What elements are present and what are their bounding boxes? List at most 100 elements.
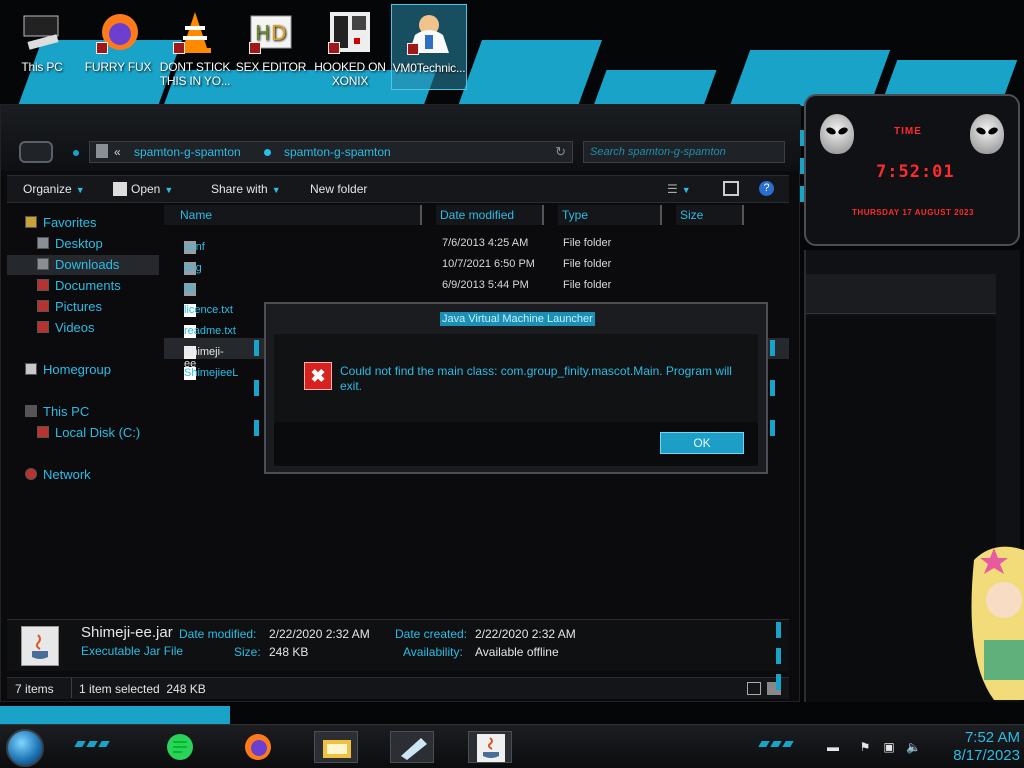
taskbar-ornament: [86, 741, 98, 747]
shimeji-character[interactable]: [964, 540, 1024, 700]
firefox-icon: [94, 8, 142, 56]
gadget-time: 7:52:01: [876, 162, 955, 182]
nav-local-disk[interactable]: Local Disk (C:): [37, 423, 140, 443]
frame-ornament: [770, 340, 775, 356]
nav-downloads[interactable]: Downloads: [7, 255, 159, 275]
desktop-icon-hooked-on-xonix[interactable]: HOOKED ON XONIX: [312, 4, 388, 90]
details-availability: Available offline: [475, 645, 559, 659]
column-size[interactable]: Size: [676, 205, 744, 225]
tray-clock[interactable]: 7:52 AM 8/17/2023: [928, 729, 1020, 765]
frame-ornament: [770, 380, 775, 396]
action-center-flag-icon[interactable]: ⚑: [858, 741, 872, 753]
nav-videos[interactable]: Videos: [37, 318, 95, 338]
doctor-avatar-icon: [405, 9, 453, 57]
frame-ornament: [776, 622, 781, 638]
svg-text:D: D: [271, 21, 286, 45]
column-type[interactable]: Type: [558, 205, 662, 225]
help-icon[interactable]: ?: [759, 181, 774, 196]
details-view-icon[interactable]: [747, 682, 761, 695]
desktop-icon-furry-fux[interactable]: FURRY FUX: [80, 4, 156, 90]
command-bar: Organize ▼ Open ▼ Share with ▼ New folder ☰…: [7, 175, 789, 203]
desktop-icon-dont-stick[interactable]: DONT STICK THIS IN YO...: [157, 4, 233, 90]
dialog-title: Java Virtual Machine Launcher: [440, 312, 595, 326]
details-size: 248 KB: [269, 645, 309, 659]
ok-button[interactable]: OK: [660, 432, 744, 454]
status-item-count: 7 items: [15, 682, 54, 696]
background-window-toolbar: [806, 274, 996, 314]
table-row[interactable]: conf 7/6/2013 4:25 AM File folder: [164, 233, 789, 254]
taskbar-firefox[interactable]: [236, 731, 280, 763]
pictures-icon: [37, 300, 49, 312]
taskbar-ornament: [770, 741, 782, 747]
vlc-cone-icon: [171, 8, 219, 56]
xonix-game-icon: [326, 8, 374, 56]
details-date-created-label: Date created:: [395, 627, 468, 641]
nav-network[interactable]: Network: [25, 465, 91, 485]
status-selection: 1 item selected 248 KB: [79, 682, 206, 696]
volume-icon[interactable]: 🔈: [906, 741, 921, 753]
nav-favorites[interactable]: Favorites: [25, 213, 96, 233]
taskbar-java[interactable]: [468, 731, 512, 763]
error-dialog: Java Virtual Machine Launcher ✖ Could no…: [264, 302, 768, 474]
dialog-message: Could not find the main class: com.group…: [340, 364, 732, 393]
desktop-icon-this-pc[interactable]: This PC: [4, 4, 80, 90]
view-options-icon[interactable]: ☰ ▼: [667, 182, 691, 196]
breadcrumb-overflow[interactable]: «: [114, 145, 121, 159]
breadcrumb-item[interactable]: spamton-g-spamton: [134, 145, 241, 159]
open-button[interactable]: Open ▼: [113, 182, 173, 196]
gadget-date: THURSDAY 17 AUGUST 2023: [852, 208, 974, 217]
network-tray-icon[interactable]: ▣: [882, 741, 896, 753]
share-with-button[interactable]: Share with ▼: [211, 182, 281, 196]
chevron-down-icon: ▼: [271, 185, 281, 195]
table-row[interactable]: lib 6/9/2013 5:44 PM File folder: [164, 275, 789, 296]
documents-icon: [37, 279, 49, 291]
taskbar-notes-app[interactable]: [158, 731, 202, 763]
taskbar-unknown-app[interactable]: [390, 731, 434, 763]
frame-ornament: [254, 380, 259, 396]
clock-gadget[interactable]: TIME 7:52:01 THURSDAY 17 AUGUST 2023: [804, 94, 1020, 246]
nav-pictures[interactable]: Pictures: [37, 297, 102, 317]
nav-desktop[interactable]: Desktop: [37, 234, 103, 254]
frame-ornament: [776, 674, 781, 690]
nav-homegroup[interactable]: Homegroup: [25, 360, 111, 380]
gadget-label: TIME: [894, 126, 922, 137]
error-icon: ✖: [304, 362, 332, 390]
nav-documents[interactable]: Documents: [37, 276, 121, 296]
details-date-created: 2/22/2020 2:32 AM: [475, 627, 576, 641]
jar-file-icon: [113, 182, 127, 196]
desktop-icon-vm0technic[interactable]: VM0Technic...: [391, 4, 467, 90]
status-divider: [71, 678, 72, 698]
nav-this-pc[interactable]: This PC: [25, 402, 89, 422]
start-button[interactable]: [6, 729, 44, 767]
details-filetype: Executable Jar File: [81, 644, 184, 658]
hxd-editor-icon: HD: [247, 8, 295, 56]
table-row[interactable]: img 10/7/2021 6:50 PM File folder: [164, 254, 789, 275]
downloads-icon: [37, 258, 49, 270]
taskbar-ornament: [98, 741, 110, 747]
column-date-modified[interactable]: Date modified: [436, 205, 544, 225]
details-pane: Shimeji-ee.jar Executable Jar File Date …: [7, 619, 789, 671]
search-input[interactable]: Search spamton-g-spamton: [583, 141, 785, 163]
back-forward-buttons[interactable]: [19, 141, 53, 163]
breadcrumb-current[interactable]: spamton-g-spamton: [284, 145, 391, 159]
chevron-down-icon: ▼: [164, 185, 174, 195]
network-icon: [25, 468, 37, 480]
new-folder-button[interactable]: New folder: [310, 182, 367, 196]
chevron-down-icon: ▼: [75, 185, 85, 195]
address-bar[interactable]: « spamton-g-spamton spamton-g-spamton ↻: [89, 141, 573, 163]
clock-date: 8/17/2023: [953, 747, 1020, 764]
column-name[interactable]: Name: [164, 205, 422, 225]
nav-indicator: [73, 150, 79, 156]
videos-icon: [37, 321, 49, 333]
tray-overflow-icon[interactable]: ▬: [826, 741, 840, 753]
preview-pane-icon[interactable]: [723, 181, 739, 196]
status-bar: 7 items 1 item selected 248 KB: [7, 677, 789, 699]
frame-ornament: [776, 648, 781, 664]
organize-button[interactable]: Organize ▼: [23, 182, 85, 196]
refresh-icon[interactable]: ↻: [555, 144, 566, 160]
desktop-icon-sex-editor[interactable]: HD SEX EDITOR: [233, 4, 309, 90]
computer-icon: [18, 8, 66, 56]
taskbar-file-explorer[interactable]: [314, 731, 358, 763]
details-availability-label: Availability:: [403, 645, 463, 659]
taskbar-ornament: [74, 741, 86, 747]
